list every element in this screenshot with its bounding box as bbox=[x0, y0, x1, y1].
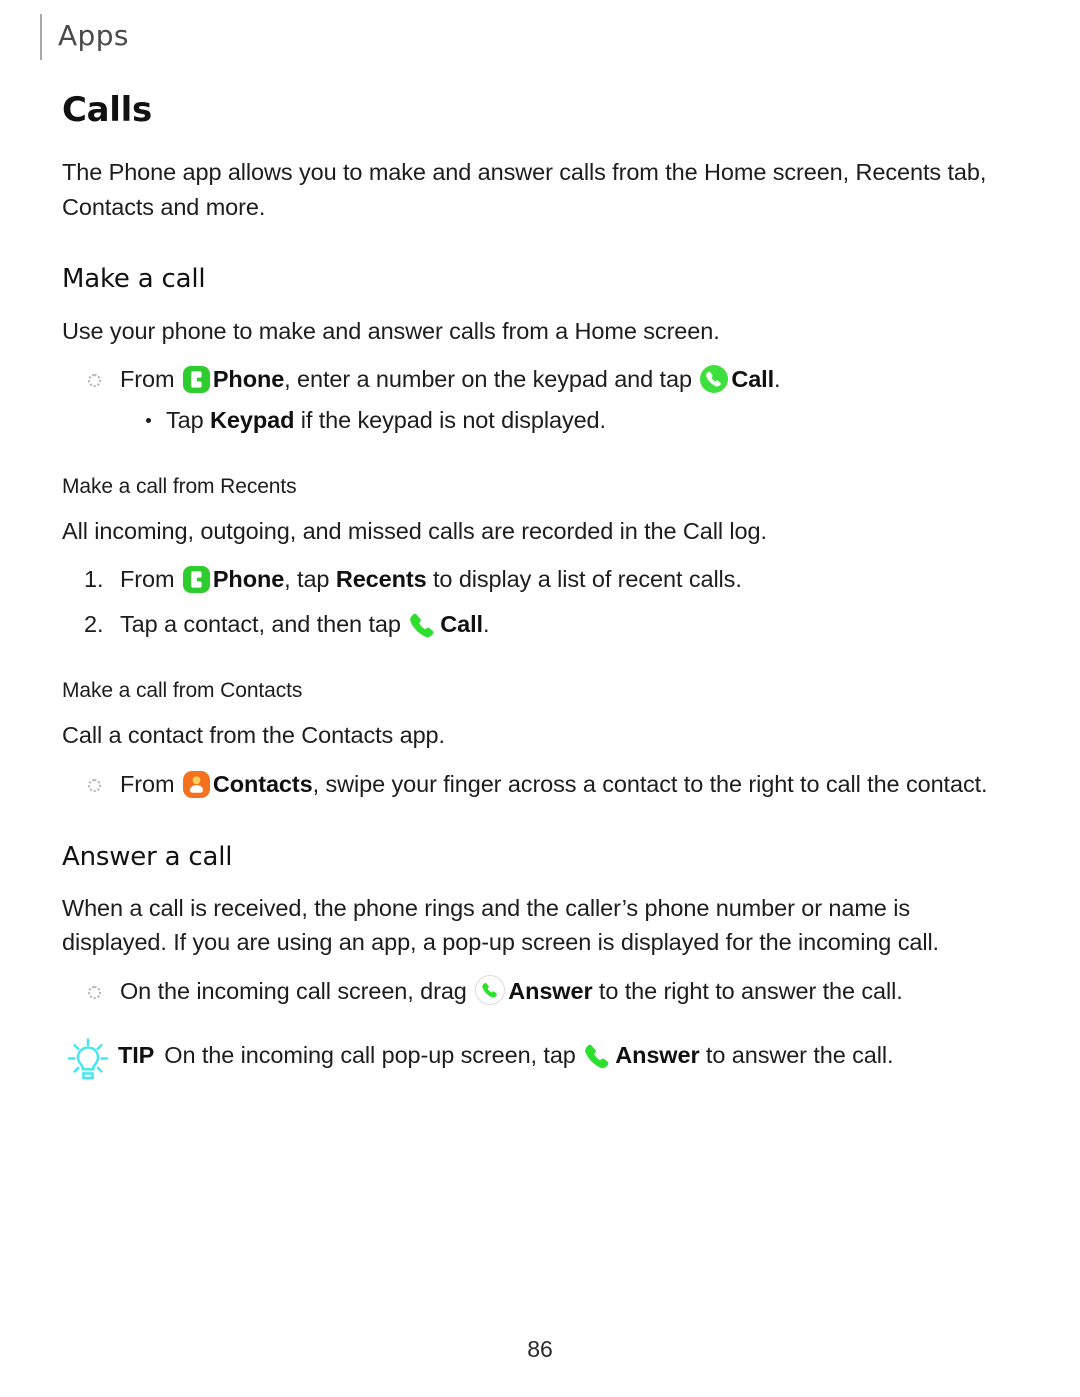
substep-text-before: Tap bbox=[166, 406, 211, 433]
tip-label: TIP bbox=[118, 1041, 155, 1068]
bullet-dot-icon bbox=[146, 417, 151, 423]
tip-text: TIP On the incoming call pop-up screen, t… bbox=[118, 1035, 894, 1072]
make-a-call-steps: From Phone, enter a number on the keypad… bbox=[62, 362, 1014, 438]
step-number: 2. bbox=[84, 610, 104, 637]
step-text-after: to the right to answer the call. bbox=[592, 977, 903, 1004]
phone-app-icon bbox=[182, 366, 210, 394]
make-a-call-substeps: Tap Keypad if the keypad is not displaye… bbox=[120, 403, 1014, 438]
subheading-make-a-call-from-contacts: Make a call from Contacts bbox=[62, 678, 303, 702]
page-number: 86 bbox=[527, 1336, 553, 1362]
from-contacts-steps: From Contacts, swipe your finger across … bbox=[62, 767, 1014, 802]
contacts-app-label: Contacts bbox=[212, 770, 313, 797]
list-item: Tap Keypad if the keypad is not displaye… bbox=[120, 403, 1014, 438]
subheading-make-a-call-from-recents: Make a call from Recents bbox=[62, 474, 297, 498]
answer-a-call-intro: When a call is received, the phone rings… bbox=[62, 894, 939, 956]
page-content: Calls The Phone app allows you to make a… bbox=[62, 90, 1014, 1088]
step-number: 1. bbox=[84, 566, 104, 593]
call-icon bbox=[700, 365, 729, 394]
chapter-intro-paragraph: The Phone app allows you to make and ans… bbox=[62, 159, 987, 220]
phone-app-icon bbox=[182, 566, 210, 594]
step-text-before: From bbox=[120, 566, 181, 593]
running-header-label: Apps bbox=[58, 19, 129, 52]
answer-a-call-steps: On the incoming call screen, drag Answer… bbox=[62, 974, 1014, 1009]
step-text-before: From bbox=[120, 366, 181, 393]
from-recents-intro: All incoming, outgoing, and missed calls… bbox=[62, 517, 767, 544]
substep-text-after: if the keypad is not displayed. bbox=[294, 406, 606, 433]
lightbulb-icon bbox=[66, 1035, 118, 1088]
page-title: Calls bbox=[62, 90, 152, 130]
make-a-call-intro: Use your phone to make and answer calls … bbox=[62, 317, 720, 344]
dotted-bullet-icon bbox=[88, 985, 101, 999]
step-text-before: From bbox=[120, 770, 181, 797]
list-item: From Phone, enter a number on the keypad… bbox=[62, 362, 1014, 438]
header-rule bbox=[40, 14, 42, 60]
tip-text-before: On the incoming call pop-up screen, tap bbox=[164, 1041, 583, 1068]
step-text-between: , tap bbox=[284, 566, 336, 593]
section-heading-make-a-call: Make a call bbox=[62, 264, 206, 295]
tip-text-after: to answer the call. bbox=[699, 1041, 894, 1068]
call-handset-icon bbox=[584, 1043, 612, 1069]
list-item: 1. From Phone, tap Recents to display a l… bbox=[62, 562, 1014, 597]
step-text-after: . bbox=[482, 610, 490, 637]
step-text-before: Tap a contact, and then tap bbox=[120, 610, 408, 637]
dotted-bullet-icon bbox=[88, 374, 101, 388]
call-label: Call bbox=[440, 610, 483, 637]
list-item: 2. Tap a contact, and then tap Call. bbox=[62, 607, 1014, 642]
running-header: Apps bbox=[40, 14, 129, 60]
call-label: Call bbox=[731, 366, 775, 393]
from-contacts-intro: Call a contact from the Contacts app. bbox=[62, 722, 445, 749]
step-text-after: , swipe your finger across a contact to … bbox=[312, 770, 988, 797]
from-recents-steps: 1. From Phone, tap Recents to display a l… bbox=[62, 562, 1014, 642]
step-text-after: . bbox=[774, 366, 781, 393]
document-page: Apps Calls The Phone app allows you to m… bbox=[0, 0, 1080, 1397]
step-text-between: , enter a number on the keypad and tap bbox=[284, 366, 699, 393]
list-item: From Contacts, swipe your finger across … bbox=[62, 767, 1014, 802]
answer-label: Answer bbox=[615, 1041, 700, 1068]
step-text-before: On the incoming call screen, drag bbox=[120, 977, 474, 1004]
dotted-bullet-icon bbox=[88, 778, 101, 792]
phone-app-label: Phone bbox=[212, 366, 285, 393]
list-item: On the incoming call screen, drag Answer… bbox=[62, 974, 1014, 1009]
section-heading-answer-a-call: Answer a call bbox=[62, 841, 233, 872]
step-text-after: to display a list of recent calls. bbox=[426, 566, 742, 593]
tip-callout: TIP On the incoming call pop-up screen, t… bbox=[62, 1035, 1014, 1088]
keypad-label: Keypad bbox=[210, 406, 295, 433]
answer-label: Answer bbox=[508, 977, 593, 1004]
phone-app-label: Phone bbox=[212, 566, 285, 593]
recents-label: Recents bbox=[335, 566, 427, 593]
answer-icon bbox=[475, 974, 506, 1005]
contacts-app-icon bbox=[182, 770, 210, 798]
call-handset-icon bbox=[409, 612, 437, 638]
